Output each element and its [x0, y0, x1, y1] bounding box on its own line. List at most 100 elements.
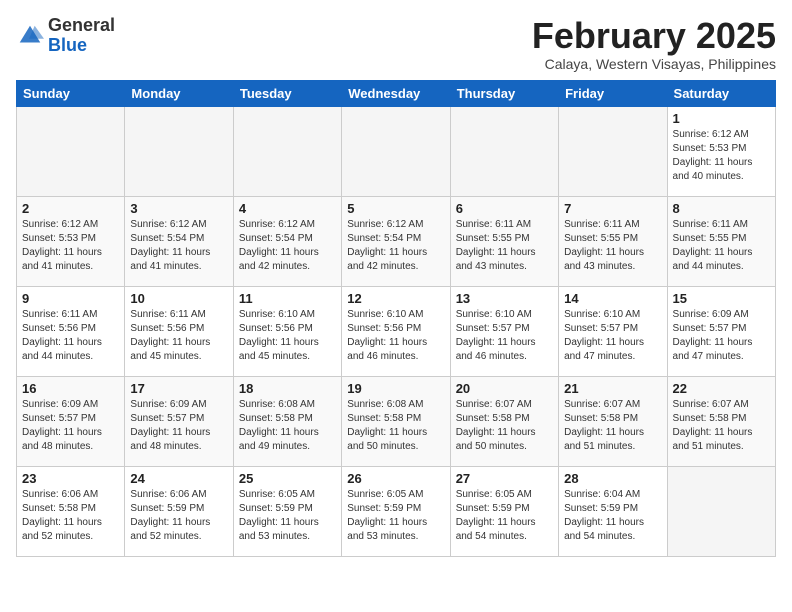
calendar-cell: 9 Sunrise: 6:11 AMSunset: 5:56 PMDaylight… — [17, 286, 125, 376]
day-info: Sunrise: 6:12 AMSunset: 5:54 PMDaylight:… — [347, 218, 444, 274]
calendar-cell: 15 Sunrise: 6:09 AMSunset: 5:57 PMDayligh… — [667, 286, 775, 376]
calendar-week-3: 9 Sunrise: 6:11 AMSunset: 5:56 PMDaylight… — [17, 286, 776, 376]
calendar-cell — [17, 106, 125, 196]
calendar-cell: 28Sunrise: 6:04 AMSunset: 5:59 PMDayligh… — [559, 466, 667, 556]
day-number: 1 — [673, 111, 770, 126]
day-info: Sunrise: 6:05 AMSunset: 5:59 PMDaylight:… — [347, 488, 444, 544]
day-number: 15 — [673, 291, 770, 306]
day-info: Sunrise: 6:11 AMSunset: 5:55 PMDaylight:… — [564, 218, 661, 274]
calendar-week-4: 16 Sunrise: 6:09 AMSunset: 5:57 PMDayligh… — [17, 376, 776, 466]
day-info: Sunrise: 6:06 AMSunset: 5:59 PMDaylight:… — [130, 488, 227, 544]
day-info: Sunrise: 6:12 AMSunset: 5:54 PMDaylight:… — [130, 218, 227, 274]
calendar-cell: 26 Sunrise: 6:05 AMSunset: 5:59 PMDayligh… — [342, 466, 450, 556]
month-title: February 2025 — [532, 16, 776, 56]
weekday-header-monday: Monday — [125, 80, 233, 106]
calendar-cell: 3 Sunrise: 6:12 AMSunset: 5:54 PMDaylight… — [125, 196, 233, 286]
calendar-cell: 17 Sunrise: 6:09 AMSunset: 5:57 PMDayligh… — [125, 376, 233, 466]
calendar-cell: 7 Sunrise: 6:11 AMSunset: 5:55 PMDaylight… — [559, 196, 667, 286]
calendar-table: SundayMondayTuesdayWednesdayThursdayFrid… — [16, 80, 776, 557]
calendar-cell: 18 Sunrise: 6:08 AMSunset: 5:58 PMDayligh… — [233, 376, 341, 466]
calendar-cell: 20Sunrise: 6:07 AMSunset: 5:58 PMDayligh… — [450, 376, 558, 466]
day-number: 14 — [564, 291, 661, 306]
calendar-cell: 21 Sunrise: 6:07 AMSunset: 5:58 PMDayligh… — [559, 376, 667, 466]
calendar-cell: 8 Sunrise: 6:11 AMSunset: 5:55 PMDaylight… — [667, 196, 775, 286]
day-number: 6 — [456, 201, 553, 216]
day-number: 3 — [130, 201, 227, 216]
day-number: 10 — [130, 291, 227, 306]
day-number: 27 — [456, 471, 553, 486]
day-number: 13 — [456, 291, 553, 306]
calendar-cell: 27 Sunrise: 6:05 AMSunset: 5:59 PMDayligh… — [450, 466, 558, 556]
day-info: Sunrise: 6:05 AMSunset: 5:59 PMDaylight:… — [239, 488, 336, 544]
day-info: Sunrise: 6:07 AMSunset: 5:58 PMDaylight:… — [564, 398, 661, 454]
day-info: Sunrise: 6:09 AMSunset: 5:57 PMDaylight:… — [130, 398, 227, 454]
day-number: 9 — [22, 291, 119, 306]
calendar-cell: 25 Sunrise: 6:05 AMSunset: 5:59 PMDayligh… — [233, 466, 341, 556]
day-info: Sunrise: 6:11 AMSunset: 5:56 PMDaylight:… — [130, 308, 227, 364]
day-number: 24 — [130, 471, 227, 486]
calendar-week-5: 23 Sunrise: 6:06 AMSunset: 5:58 PMDayligh… — [17, 466, 776, 556]
weekday-header-tuesday: Tuesday — [233, 80, 341, 106]
day-info: Sunrise: 6:06 AMSunset: 5:58 PMDaylight:… — [22, 488, 119, 544]
day-number: 18 — [239, 381, 336, 396]
location-subtitle: Calaya, Western Visayas, Philippines — [532, 56, 776, 72]
day-info: Sunrise: 6:11 AMSunset: 5:55 PMDaylight:… — [456, 218, 553, 274]
calendar-cell: 2Sunrise: 6:12 AMSunset: 5:53 PMDaylight… — [17, 196, 125, 286]
title-block: February 2025 Calaya, Western Visayas, P… — [532, 16, 776, 72]
calendar-cell: 23 Sunrise: 6:06 AMSunset: 5:58 PMDayligh… — [17, 466, 125, 556]
calendar-cell: 24 Sunrise: 6:06 AMSunset: 5:59 PMDayligh… — [125, 466, 233, 556]
weekday-header-friday: Friday — [559, 80, 667, 106]
day-info: Sunrise: 6:10 AMSunset: 5:56 PMDaylight:… — [239, 308, 336, 364]
calendar-cell: 6 Sunrise: 6:11 AMSunset: 5:55 PMDaylight… — [450, 196, 558, 286]
calendar-cell: 14Sunrise: 6:10 AMSunset: 5:57 PMDayligh… — [559, 286, 667, 376]
day-info: Sunrise: 6:08 AMSunset: 5:58 PMDaylight:… — [347, 398, 444, 454]
day-number: 22 — [673, 381, 770, 396]
logo-general-text: General — [48, 15, 115, 35]
day-number: 23 — [22, 471, 119, 486]
calendar-cell — [233, 106, 341, 196]
day-info: Sunrise: 6:10 AMSunset: 5:56 PMDaylight:… — [347, 308, 444, 364]
day-number: 19 — [347, 381, 444, 396]
day-info: Sunrise: 6:08 AMSunset: 5:58 PMDaylight:… — [239, 398, 336, 454]
day-info: Sunrise: 6:11 AMSunset: 5:55 PMDaylight:… — [673, 218, 770, 274]
day-number: 12 — [347, 291, 444, 306]
day-number: 4 — [239, 201, 336, 216]
page-header: General Blue February 2025 Calaya, Weste… — [16, 16, 776, 72]
day-number: 8 — [673, 201, 770, 216]
logo-blue-text: Blue — [48, 35, 87, 55]
day-info: Sunrise: 6:11 AMSunset: 5:56 PMDaylight:… — [22, 308, 119, 364]
calendar-cell — [667, 466, 775, 556]
calendar-cell: 5 Sunrise: 6:12 AMSunset: 5:54 PMDaylight… — [342, 196, 450, 286]
weekday-header-wednesday: Wednesday — [342, 80, 450, 106]
day-info: Sunrise: 6:05 AMSunset: 5:59 PMDaylight:… — [456, 488, 553, 544]
day-info: Sunrise: 6:07 AMSunset: 5:58 PMDaylight:… — [673, 398, 770, 454]
day-number: 28 — [564, 471, 661, 486]
calendar-cell: 16 Sunrise: 6:09 AMSunset: 5:57 PMDayligh… — [17, 376, 125, 466]
calendar-cell: 19 Sunrise: 6:08 AMSunset: 5:58 PMDayligh… — [342, 376, 450, 466]
calendar-cell: 11 Sunrise: 6:10 AMSunset: 5:56 PMDayligh… — [233, 286, 341, 376]
weekday-header-sunday: Sunday — [17, 80, 125, 106]
calendar-cell: 1Sunrise: 6:12 AMSunset: 5:53 PMDaylight… — [667, 106, 775, 196]
day-number: 21 — [564, 381, 661, 396]
weekday-header-thursday: Thursday — [450, 80, 558, 106]
calendar-cell — [342, 106, 450, 196]
calendar-cell — [559, 106, 667, 196]
day-number: 26 — [347, 471, 444, 486]
calendar-cell — [450, 106, 558, 196]
day-number: 11 — [239, 291, 336, 306]
day-number: 20 — [456, 381, 553, 396]
day-number: 25 — [239, 471, 336, 486]
calendar-cell: 22 Sunrise: 6:07 AMSunset: 5:58 PMDayligh… — [667, 376, 775, 466]
calendar-cell: 12 Sunrise: 6:10 AMSunset: 5:56 PMDayligh… — [342, 286, 450, 376]
day-info: Sunrise: 6:12 AMSunset: 5:54 PMDaylight:… — [239, 218, 336, 274]
day-number: 5 — [347, 201, 444, 216]
day-info: Sunrise: 6:09 AMSunset: 5:57 PMDaylight:… — [673, 308, 770, 364]
calendar-cell: 10 Sunrise: 6:11 AMSunset: 5:56 PMDayligh… — [125, 286, 233, 376]
calendar-week-1: 1Sunrise: 6:12 AMSunset: 5:53 PMDaylight… — [17, 106, 776, 196]
logo-icon — [16, 22, 44, 50]
day-info: Sunrise: 6:09 AMSunset: 5:57 PMDaylight:… — [22, 398, 119, 454]
day-number: 16 — [22, 381, 119, 396]
day-number: 17 — [130, 381, 227, 396]
day-number: 7 — [564, 201, 661, 216]
calendar-cell: 13Sunrise: 6:10 AMSunset: 5:57 PMDayligh… — [450, 286, 558, 376]
